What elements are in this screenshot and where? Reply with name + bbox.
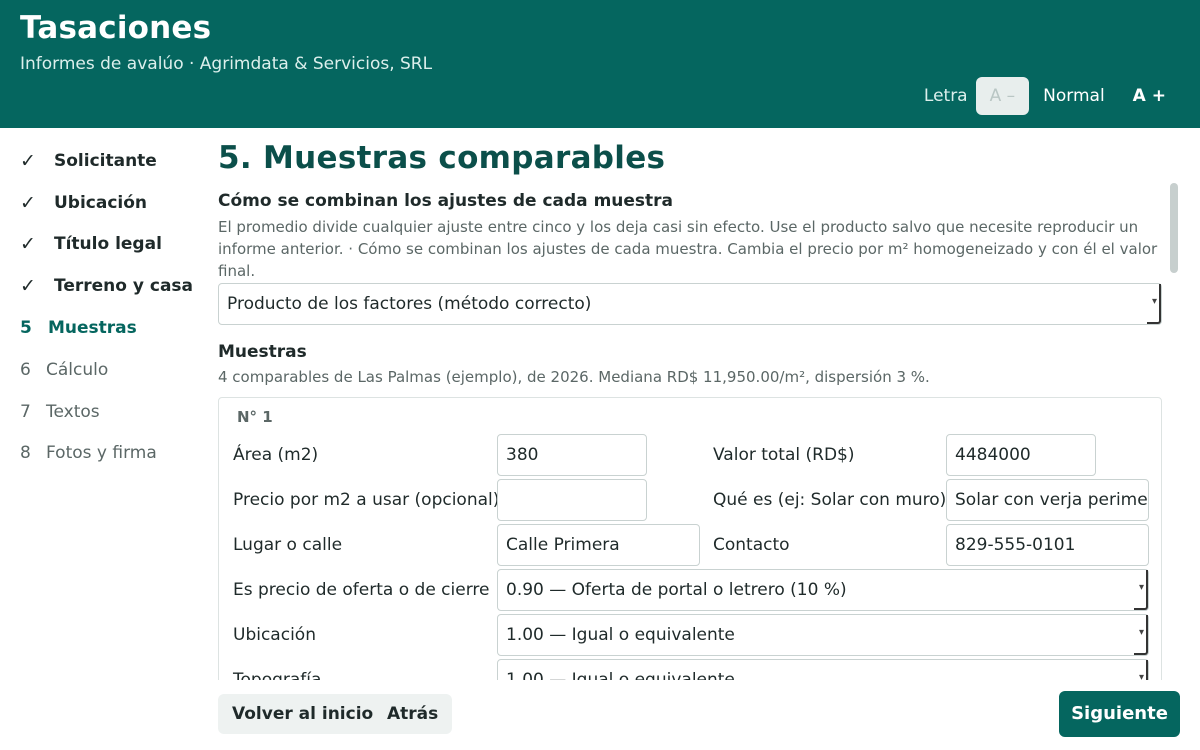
location-factor-value: 1.00 — Igual o equivalente — [506, 625, 735, 645]
location-factor-label: Ubicación — [233, 625, 316, 645]
step-label: Cálculo — [46, 359, 109, 380]
step-fotos-y-firma[interactable]: 8 Fotos y firma — [0, 433, 200, 475]
topography-value: 1.00 — Igual o equivalente — [506, 670, 735, 680]
description-label: Qué es (ej: Solar con muro) — [713, 490, 947, 510]
font-decrease-button[interactable]: A – — [975, 77, 1030, 115]
chevron-down-icon — [1134, 568, 1148, 610]
step-terreno-y-casa[interactable]: ✓ Terreno y casa — [0, 265, 200, 307]
font-size-controls: Letra A – Normal A + — [924, 77, 1180, 115]
app-title: Tasaciones — [20, 10, 212, 46]
step-label: Título legal — [54, 234, 162, 255]
main-content: 5. Muestras comparables Cómo se combinan… — [218, 128, 1162, 680]
font-normal-button[interactable]: Normal — [1029, 77, 1119, 115]
step-label: Terreno y casa — [54, 276, 194, 297]
step-label: Ubicación — [54, 192, 148, 213]
check-icon: ✓ — [20, 233, 36, 256]
app-subtitle: Informes de avalúo · Agrimdata & Servici… — [20, 54, 433, 74]
step-number: 7 — [20, 401, 31, 422]
chevron-down-icon — [1134, 613, 1148, 655]
step-label: Textos — [46, 401, 100, 422]
step-number: 5 — [20, 318, 32, 339]
step-number: 6 — [20, 359, 31, 380]
back-button[interactable]: Atrás — [373, 694, 453, 734]
font-increase-button[interactable]: A + — [1119, 77, 1180, 115]
scrollbar-thumb[interactable] — [1170, 183, 1178, 273]
combine-method-help: El promedio divide cualquier ajuste entr… — [218, 218, 1158, 280]
check-icon: ✓ — [20, 275, 36, 298]
font-size-label: Letra — [923, 86, 968, 106]
samples-summary: 4 comparables de Las Palmas (ejemplo), d… — [218, 368, 930, 386]
place-label: Lugar o calle — [233, 535, 343, 555]
offer-type-select[interactable]: 0.90 — Oferta de portal o letrero (10 %) — [497, 568, 1149, 611]
combine-method-label: Cómo se combinan los ajustes de cada mue… — [218, 191, 674, 211]
offer-type-label: Es precio de oferta o de cierre — [233, 580, 490, 600]
contact-label: Contacto — [713, 535, 790, 555]
check-icon: ✓ — [20, 149, 36, 172]
page-title: 5. Muestras comparables — [218, 140, 666, 176]
step-titulo-legal[interactable]: ✓ Título legal — [0, 224, 200, 266]
topography-label: Topografía — [233, 670, 322, 680]
price-per-m2-label: Precio por m2 a usar (opcional) — [233, 490, 500, 510]
area-label: Área (m2) — [233, 445, 319, 465]
description-input[interactable]: Solar con verja perimetral — [946, 479, 1149, 521]
next-button[interactable]: Siguiente — [1059, 691, 1180, 737]
step-label: Fotos y firma — [46, 443, 157, 464]
combine-method-select[interactable]: Producto de los factores (método correct… — [218, 282, 1162, 325]
offer-type-value: 0.90 — Oferta de portal o letrero (10 %) — [506, 580, 847, 600]
check-icon: ✓ — [20, 191, 36, 214]
step-label: Solicitante — [54, 150, 157, 171]
contact-input[interactable]: 829-555-0101 — [946, 524, 1149, 566]
total-value-label: Valor total (RD$) — [713, 445, 855, 465]
sample-number: N° 1 — [237, 408, 273, 426]
step-calculo[interactable]: 6 Cálculo — [0, 349, 200, 391]
place-input[interactable]: Calle Primera — [497, 524, 700, 566]
app-header: Tasaciones Informes de avalúo · Agrimdat… — [0, 0, 1200, 128]
step-ubicacion[interactable]: ✓ Ubicación — [0, 182, 200, 224]
samples-label: Muestras — [218, 342, 307, 362]
total-value-input[interactable]: 4484000 — [946, 434, 1096, 476]
step-muestras[interactable]: 5 Muestras — [0, 307, 200, 349]
topography-select[interactable]: 1.00 — Igual o equivalente — [497, 658, 1149, 680]
sample-card: N° 1 Área (m2) 380 Valor total (RD$) 448… — [218, 397, 1162, 680]
chevron-down-icon — [1134, 658, 1148, 680]
step-number: 8 — [20, 443, 31, 464]
location-factor-select[interactable]: 1.00 — Igual o equivalente — [497, 613, 1149, 656]
step-textos[interactable]: 7 Textos — [0, 391, 200, 433]
step-solicitante[interactable]: ✓ Solicitante — [0, 140, 200, 182]
chevron-down-icon — [1147, 282, 1161, 324]
steps-sidebar: ✓ Solicitante ✓ Ubicación ✓ Título legal… — [0, 140, 200, 474]
step-label: Muestras — [48, 318, 137, 339]
combine-method-value: Producto de los factores (método correct… — [227, 294, 592, 314]
area-input[interactable]: 380 — [497, 434, 647, 476]
back-to-start-button[interactable]: Volver al inicio — [218, 694, 388, 734]
price-per-m2-input[interactable] — [497, 479, 647, 521]
